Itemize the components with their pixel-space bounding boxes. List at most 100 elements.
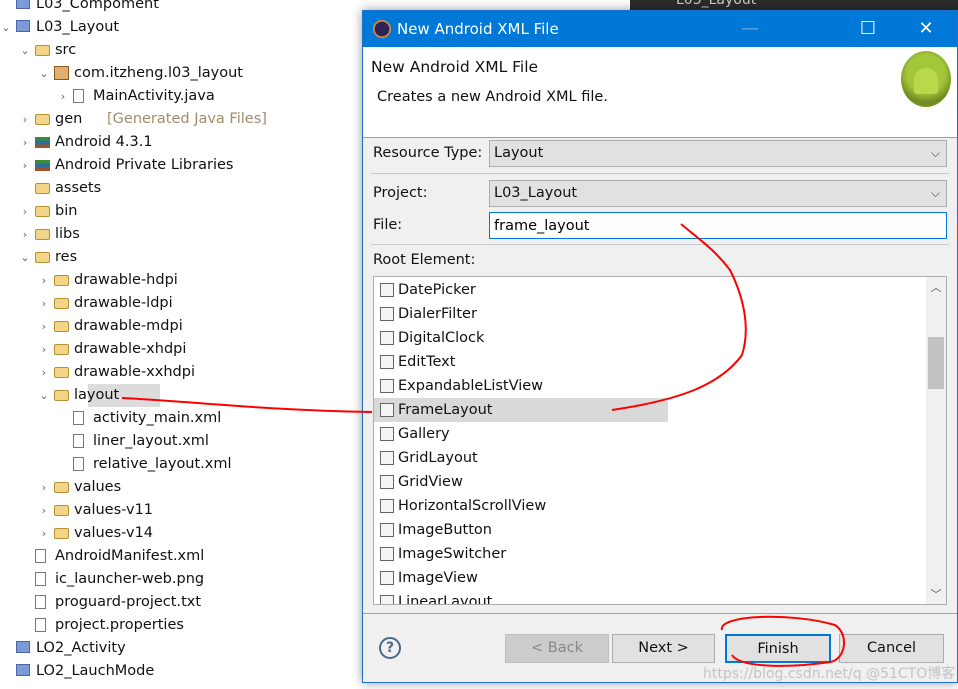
chevron-right-icon[interactable]: › (38, 361, 50, 384)
chevron-down-icon[interactable]: ⌄ (19, 39, 31, 62)
tree-item[interactable]: LO2_Activity (0, 637, 360, 660)
root-element-item[interactable]: GridView (374, 470, 668, 494)
tree-item-label: Android 4.3.1 (55, 134, 153, 150)
tree-item[interactable]: assets (0, 177, 360, 200)
chevron-right-icon[interactable]: › (38, 499, 50, 522)
editor-background-strip: L03_Layout (630, 0, 958, 10)
file-icon (35, 572, 46, 586)
root-element-item[interactable]: EditText (374, 350, 668, 374)
finish-button[interactable]: Finish (725, 634, 831, 663)
tree-item[interactable]: ⌄ L03_Layout (0, 16, 360, 39)
resource-type-select[interactable]: Layout ⌵ (489, 140, 947, 167)
minimize-button[interactable]: — (727, 11, 773, 47)
project-icon (16, 641, 30, 653)
root-element-label: DialerFilter (398, 306, 477, 322)
tree-item-label: Android Private Libraries (55, 157, 234, 173)
maximize-button[interactable]: ☐ (845, 11, 891, 47)
tree-item[interactable]: › values (0, 476, 360, 499)
tree-item[interactable]: › drawable-mdpi (0, 315, 360, 338)
root-element-label: EditText (398, 354, 456, 370)
folder-icon (54, 275, 69, 286)
chevron-down-icon[interactable]: ⌄ (19, 246, 31, 269)
cancel-button[interactable]: Cancel (839, 634, 944, 663)
root-element-item[interactable]: DigitalClock (374, 326, 668, 350)
tree-item[interactable]: project.properties (0, 614, 360, 637)
root-element-item[interactable]: ImageSwitcher (374, 542, 668, 566)
tree-item-label: drawable-hdpi (74, 272, 178, 288)
tree-item[interactable]: ⌄ com.itzheng.l03_layout (0, 62, 360, 85)
tree-item[interactable]: AndroidManifest.xml (0, 545, 360, 568)
scroll-down-arrow[interactable]: ﹀ (926, 586, 946, 602)
widget-icon (380, 547, 394, 561)
root-element-item[interactable]: ImageView (374, 566, 668, 590)
root-element-item[interactable]: GridLayout (374, 446, 668, 470)
root-element-item[interactable]: DatePicker (374, 278, 668, 302)
file-name-input[interactable] (489, 212, 947, 239)
chevron-right-icon[interactable]: › (57, 85, 69, 108)
chevron-right-icon[interactable]: › (38, 292, 50, 315)
divider (371, 173, 949, 174)
chevron-right-icon[interactable]: › (38, 315, 50, 338)
library-icon (35, 137, 50, 148)
tree-item[interactable]: ⌄ res (0, 246, 360, 269)
tree-item[interactable]: › values-v11 (0, 499, 360, 522)
tree-item[interactable]: activity_main.xml (0, 407, 360, 430)
tree-item[interactable]: ⌄ layout (39, 384, 160, 407)
help-icon[interactable]: ? (379, 637, 401, 659)
root-element-item[interactable]: DialerFilter (374, 302, 668, 326)
chevron-down-icon[interactable]: ⌄ (0, 16, 12, 39)
root-element-item[interactable]: ExpandableListView (374, 374, 668, 398)
next-button[interactable]: Next > (612, 634, 715, 663)
chevron-right-icon[interactable]: › (38, 476, 50, 499)
tree-item[interactable]: › libs (0, 223, 360, 246)
tree-item[interactable]: proguard-project.txt (0, 591, 360, 614)
project-value: L03_Layout (494, 185, 578, 201)
android-logo-icon (901, 51, 951, 107)
tree-item[interactable]: › MainActivity.java (0, 85, 360, 108)
close-button[interactable]: ✕ (903, 11, 949, 47)
chevron-right-icon[interactable]: › (19, 108, 31, 131)
tree-item[interactable]: › gen [Generated Java Files] (0, 108, 360, 131)
chevron-right-icon[interactable]: › (19, 154, 31, 177)
tree-item[interactable]: ⌄ src (0, 39, 360, 62)
root-element-label: DigitalClock (398, 330, 485, 346)
chevron-right-icon[interactable]: › (19, 200, 31, 223)
tree-item[interactable]: › drawable-ldpi (0, 292, 360, 315)
list-scrollbar[interactable]: ︿ ﹀ (926, 277, 946, 604)
tree-item[interactable]: › Android 4.3.1 (0, 131, 360, 154)
tree-item[interactable]: › bin (0, 200, 360, 223)
tree-item-label: assets (55, 180, 102, 196)
scrollbar-thumb[interactable] (928, 337, 944, 389)
widget-icon (380, 451, 394, 465)
root-element-list[interactable]: DatePicker DialerFilter DigitalClock EditTe… (373, 276, 947, 605)
chevron-down-icon[interactable]: ⌄ (38, 384, 50, 407)
chevron-down-icon[interactable]: ⌄ (38, 62, 50, 85)
tree-item[interactable]: LO2_LauchMode (0, 660, 360, 683)
root-element-item[interactable]: FrameLayout (374, 398, 668, 422)
tree-item[interactable]: › drawable-xhdpi (0, 338, 360, 361)
chevron-right-icon[interactable]: › (19, 223, 31, 246)
root-element-item[interactable]: ImageButton (374, 518, 668, 542)
tree-item[interactable]: ic_launcher-web.png (0, 568, 360, 591)
tree-item[interactable]: › values-v14 (0, 522, 360, 545)
root-element-item[interactable]: LinearLayout (374, 590, 668, 604)
chevron-right-icon[interactable]: › (38, 522, 50, 545)
root-element-label: ImageButton (398, 522, 492, 538)
root-element-item[interactable]: HorizontalScrollView (374, 494, 668, 518)
chevron-right-icon[interactable]: › (38, 338, 50, 361)
tree-item[interactable]: L03_Compoment (0, 0, 360, 16)
root-element-item[interactable]: Gallery (374, 422, 668, 446)
tree-item[interactable]: › drawable-xxhdpi (0, 361, 360, 384)
tree-item[interactable]: › Android Private Libraries (0, 154, 360, 177)
chevron-right-icon[interactable]: › (38, 269, 50, 292)
tree-item-label: com.itzheng.l03_layout (74, 65, 243, 81)
back-button[interactable]: < Back (505, 634, 609, 663)
dialog-header: New Android XML File Creates a new Andro… (363, 47, 957, 138)
chevron-right-icon[interactable]: › (19, 131, 31, 154)
tree-item[interactable]: liner_layout.xml (0, 430, 360, 453)
tree-item[interactable]: relative_layout.xml (0, 453, 360, 476)
tree-item-label: res (55, 249, 78, 265)
scroll-up-arrow[interactable]: ︿ (926, 279, 946, 295)
project-select[interactable]: L03_Layout ⌵ (489, 180, 947, 207)
tree-item[interactable]: › drawable-hdpi (0, 269, 360, 292)
